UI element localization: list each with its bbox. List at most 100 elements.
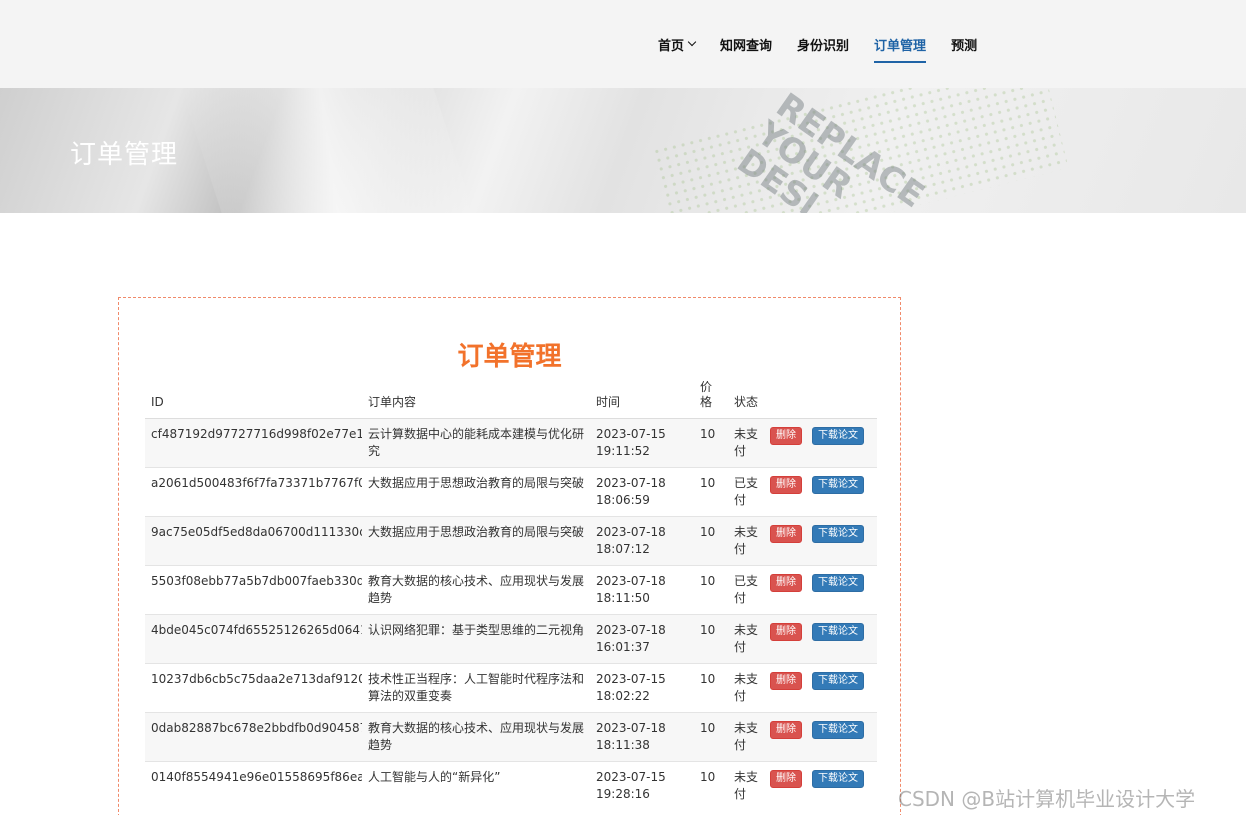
order-content: 云计算数据中心的能耗成本建模与优化研究 [362,418,590,468]
order-actions: 删除 下载论文 [770,565,877,615]
order-rows: cf487192d97727716d998f02e77e1d97 云计算数据中心… [145,418,877,810]
order-id: 5503f08ebb77a5b7db007faeb330d3dd [145,565,362,615]
nav-item-home[interactable]: 首页 [658,0,697,88]
order-price: 10 [694,761,728,810]
download-paper-button[interactable]: 下载论文 [812,427,864,445]
order-id: 0140f8554941e96e01558695f86eac7f [145,761,362,810]
order-date: 2023-07-18 [596,623,666,637]
order-status: 已支付 [728,467,770,517]
order-status: 未支付 [728,761,770,810]
order-date: 2023-07-15 [596,770,666,784]
order-id: a2061d500483f6f7fa73371b7767f081 [145,467,362,517]
top-bar: 首页 知网查询 身份识别 订单管理 预测 [0,0,1246,88]
order-status: 未支付 [728,418,770,468]
nav-item-label: 首页 [658,38,685,54]
order-clock: 18:11:38 [596,738,650,752]
order-status: 未支付 [728,712,770,762]
page-banner: REPLACE YOUR DESI 订单管理 [0,88,1246,213]
download-paper-button[interactable]: 下载论文 [812,525,864,543]
order-status-label: 未支付 [734,623,759,654]
order-id: 0dab82887bc678e2bbdfb0d9045874a0 [145,712,362,762]
column-header-price: 价格 [694,380,728,419]
download-paper-button[interactable]: 下载论文 [812,476,864,494]
nav-item-prediction[interactable]: 预测 [951,0,977,88]
delete-button[interactable]: 删除 [770,721,802,739]
delete-button[interactable]: 删除 [770,574,802,592]
table-header-row: ID 订单内容 时间 价格 状态 [145,380,877,419]
table-row: 0140f8554941e96e01558695f86eac7f 人工智能与人的… [145,761,877,810]
order-actions: 删除 下载论文 [770,516,877,566]
delete-button[interactable]: 删除 [770,525,802,543]
order-content: 大数据应用于思想政治教育的局限与突破 [362,516,590,566]
delete-button[interactable]: 删除 [770,770,802,788]
order-price: 10 [694,467,728,517]
chevron-down-icon [687,37,697,47]
order-actions: 删除 下载论文 [770,761,877,810]
table-row: 4bde045c074fd65525126265d06412d8 认识网络犯罪：… [145,614,877,664]
order-actions: 删除 下载论文 [770,467,877,517]
download-paper-button[interactable]: 下载论文 [812,721,864,739]
download-paper-button[interactable]: 下载论文 [812,574,864,592]
order-date: 2023-07-18 [596,574,666,588]
order-time: 2023-07-18 18:06:59 [590,467,694,517]
order-date: 2023-07-15 [596,672,666,686]
table-row: 5503f08ebb77a5b7db007faeb330d3dd 教育大数据的核… [145,565,877,615]
order-id: 4bde045c074fd65525126265d06412d8 [145,614,362,664]
order-time: 2023-07-15 18:02:22 [590,663,694,713]
order-id: 9ac75e05df5ed8da06700d111330d6cd [145,516,362,566]
order-status-label: 未支付 [734,721,759,752]
table-row: cf487192d97727716d998f02e77e1d97 云计算数据中心… [145,418,877,468]
order-status: 未支付 [728,663,770,713]
delete-button[interactable]: 删除 [770,476,802,494]
order-table: ID 订单内容 时间 价格 状态 cf487192d97727716d998f0… [145,380,877,810]
column-header-actions [770,380,877,419]
banner-sheen [181,88,479,213]
order-clock: 16:01:37 [596,640,650,654]
order-clock: 18:02:22 [596,689,650,703]
nav-item-label: 身份识别 [797,38,850,54]
order-date: 2023-07-18 [596,525,666,539]
order-status: 未支付 [728,614,770,664]
order-date: 2023-07-15 [596,427,666,441]
column-header-status: 状态 [728,380,770,419]
order-id: 10237db6cb5c75daa2e713daf91205d5 [145,663,362,713]
order-content: 教育大数据的核心技术、应用现状与发展趋势 [362,565,590,615]
column-header-id: ID [145,380,362,419]
download-paper-button[interactable]: 下载论文 [812,623,864,641]
order-content: 人工智能与人的“新异化” [362,761,590,810]
order-date: 2023-07-18 [596,476,666,490]
order-status-label: 未支付 [734,672,759,703]
order-time: 2023-07-15 19:28:16 [590,761,694,810]
order-time: 2023-07-18 16:01:37 [590,614,694,664]
order-price: 10 [694,614,728,664]
order-clock: 18:07:12 [596,542,650,556]
order-clock: 18:11:50 [596,591,650,605]
delete-button[interactable]: 删除 [770,427,802,445]
csdn-watermark: CSDN @B站计算机毕业设计大学 [898,787,1196,811]
delete-button[interactable]: 删除 [770,672,802,690]
order-status-label: 未支付 [734,427,759,458]
panel-title: 订单管理 [457,342,562,372]
order-price: 10 [694,565,728,615]
order-time: 2023-07-18 18:07:12 [590,516,694,566]
delete-button[interactable]: 删除 [770,623,802,641]
banner-title: 订单管理 [70,140,179,170]
nav-item-label: 订单管理 [874,38,927,54]
download-paper-button[interactable]: 下载论文 [812,672,864,690]
order-status-label: 已支付 [734,476,759,507]
order-panel: 订单管理 ID 订单内容 时间 价格 状态 cf487192d97727716d… [118,297,901,815]
nav-item-cnki-search[interactable]: 知网查询 [720,0,772,88]
nav-item-identity-recognition[interactable]: 身份识别 [797,0,849,88]
order-actions: 删除 下载论文 [770,712,877,762]
order-content: 技术性正当程序：人工智能时代程序法和算法的双重变奏 [362,663,590,713]
table-row: 0dab82887bc678e2bbdfb0d9045874a0 教育大数据的核… [145,712,877,762]
nav-item-order-management[interactable]: 订单管理 [874,0,927,88]
table-row: 9ac75e05df5ed8da06700d111330d6cd 大数据应用于思… [145,516,877,566]
order-actions: 删除 下载论文 [770,614,877,664]
order-time: 2023-07-15 19:11:52 [590,418,694,468]
download-paper-button[interactable]: 下载论文 [812,770,864,788]
order-clock: 18:06:59 [596,493,650,507]
nav-item-label: 预测 [951,38,978,54]
column-header-price-label: 价格 [700,380,713,409]
order-price: 10 [694,516,728,566]
